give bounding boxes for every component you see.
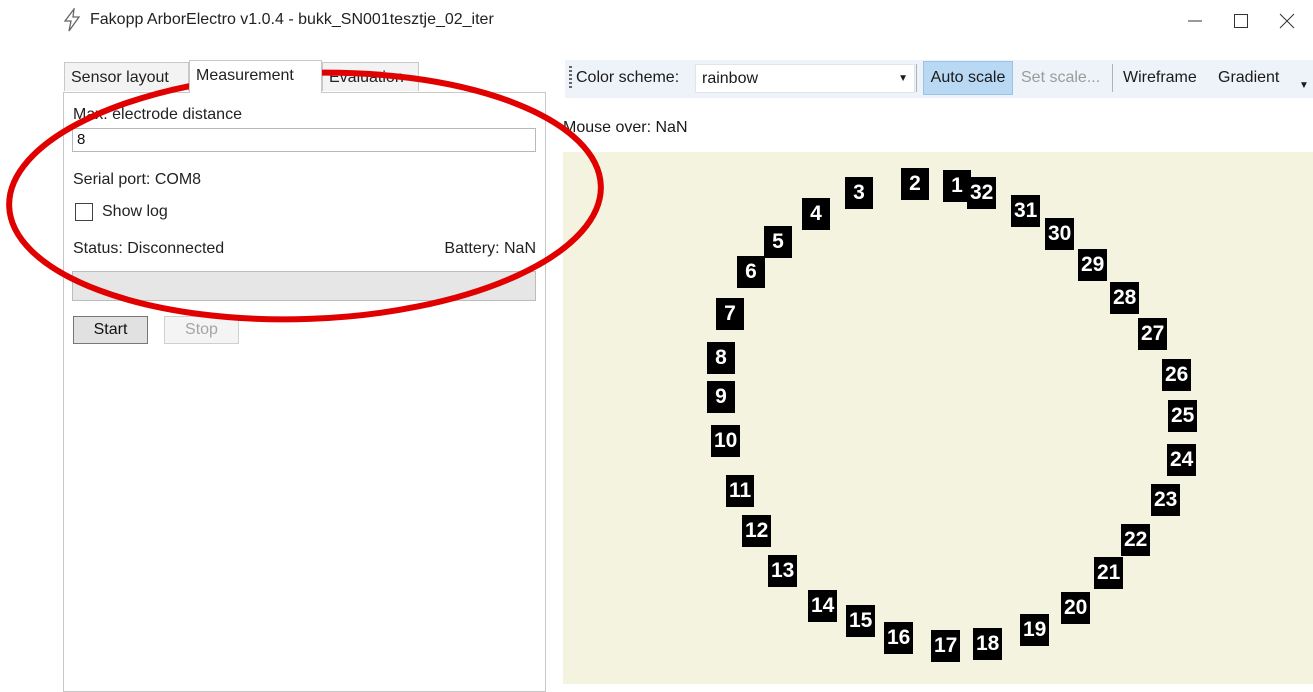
- sensor-marker: 30: [1045, 218, 1075, 250]
- minimize-icon: [1188, 20, 1202, 22]
- dropdown-arrow-icon: ▼: [898, 73, 908, 84]
- sensor-marker: 14: [808, 590, 838, 622]
- sensor-marker: 16: [884, 622, 914, 654]
- sensor-marker: 31: [1011, 195, 1041, 227]
- toolbar-overflow-icon[interactable]: ▼: [1299, 80, 1309, 91]
- sensor-marker: 7: [716, 298, 744, 330]
- sensor-marker: 5: [764, 226, 792, 258]
- sensor-marker: 13: [768, 555, 798, 587]
- serial-port-label: Serial port: COM8: [73, 171, 202, 188]
- stop-button[interactable]: Stop: [164, 316, 239, 344]
- sensor-marker: 19: [1020, 614, 1050, 646]
- gradient-button[interactable]: Gradient: [1218, 69, 1279, 87]
- status-text: Status: Disconnected: [73, 240, 225, 257]
- tomogram-canvas[interactable]: 1 2 3 4 5 6 7 8 9 10 11 12 13 14 15 16 17 18 19 20 21 22 23 24 2…: [563, 152, 1313, 684]
- color-scheme-value: rainbow: [702, 70, 759, 87]
- maximize-icon: [1234, 14, 1248, 28]
- color-scheme-select[interactable]: rainbow ▼: [695, 64, 915, 93]
- sensor-marker: 26: [1162, 359, 1192, 391]
- tab-measurement[interactable]: Measurement: [189, 60, 322, 93]
- sensor-marker: 9: [707, 381, 735, 413]
- battery-text: Battery: NaN: [444, 240, 536, 257]
- close-button[interactable]: [1264, 6, 1310, 36]
- sensor-marker: 17: [931, 630, 961, 662]
- progress-bar: [72, 271, 536, 301]
- sensor-marker: 24: [1167, 444, 1197, 476]
- toolbar-separator: [1112, 64, 1113, 92]
- window-title: Fakopp ArborElectro v1.0.4 - bukk_SN001t…: [90, 11, 494, 28]
- max-electrode-distance-label: Max. electrode distance: [73, 106, 242, 123]
- maximize-button[interactable]: [1218, 6, 1264, 36]
- sensor-marker: 10: [711, 425, 741, 457]
- close-icon: [1279, 13, 1295, 29]
- show-log-label[interactable]: Show log: [102, 203, 168, 221]
- auto-scale-button[interactable]: Auto scale: [923, 61, 1013, 95]
- tab-evaluation[interactable]: Evaluation: [322, 62, 419, 91]
- sensor-marker: 32: [967, 177, 997, 209]
- sensor-marker: 23: [1151, 484, 1181, 516]
- mouse-over-readout: Mouse over: NaN: [563, 119, 688, 136]
- set-scale-button[interactable]: Set scale...: [1021, 69, 1100, 87]
- toolbar-separator: [916, 64, 917, 92]
- color-scheme-label: Color scheme:: [576, 69, 680, 86]
- sensor-marker: 11: [726, 475, 755, 507]
- lightning-icon: [63, 8, 81, 32]
- sensor-marker: 27: [1138, 318, 1168, 350]
- minimize-button[interactable]: [1172, 6, 1218, 36]
- sensor-marker: 4: [802, 198, 830, 230]
- max-electrode-distance-input[interactable]: 8: [72, 128, 536, 152]
- toolbar-grip[interactable]: [569, 66, 572, 88]
- sensor-marker: 3: [845, 177, 873, 209]
- sensor-marker: 22: [1121, 524, 1151, 556]
- sensor-marker: 25: [1168, 400, 1198, 432]
- sensor-marker: 2: [901, 168, 929, 200]
- sensor-marker: 15: [846, 605, 876, 637]
- sensor-marker: 8: [707, 342, 735, 374]
- sensor-marker: 6: [737, 256, 765, 288]
- sensor-marker: 21: [1094, 557, 1124, 589]
- show-log-checkbox[interactable]: [75, 203, 93, 221]
- sensor-marker: 18: [973, 628, 1003, 660]
- tab-sensor-layout[interactable]: Sensor layout: [64, 62, 189, 91]
- sensor-marker: 20: [1061, 592, 1091, 624]
- wireframe-button[interactable]: Wireframe: [1123, 69, 1197, 87]
- sensor-marker: 29: [1078, 249, 1108, 281]
- sensor-marker: 12: [742, 515, 772, 547]
- title-bar: Fakopp ArborElectro v1.0.4 - bukk_SN001t…: [0, 0, 1313, 44]
- start-button[interactable]: Start: [73, 316, 148, 344]
- sensor-marker: 28: [1110, 282, 1140, 314]
